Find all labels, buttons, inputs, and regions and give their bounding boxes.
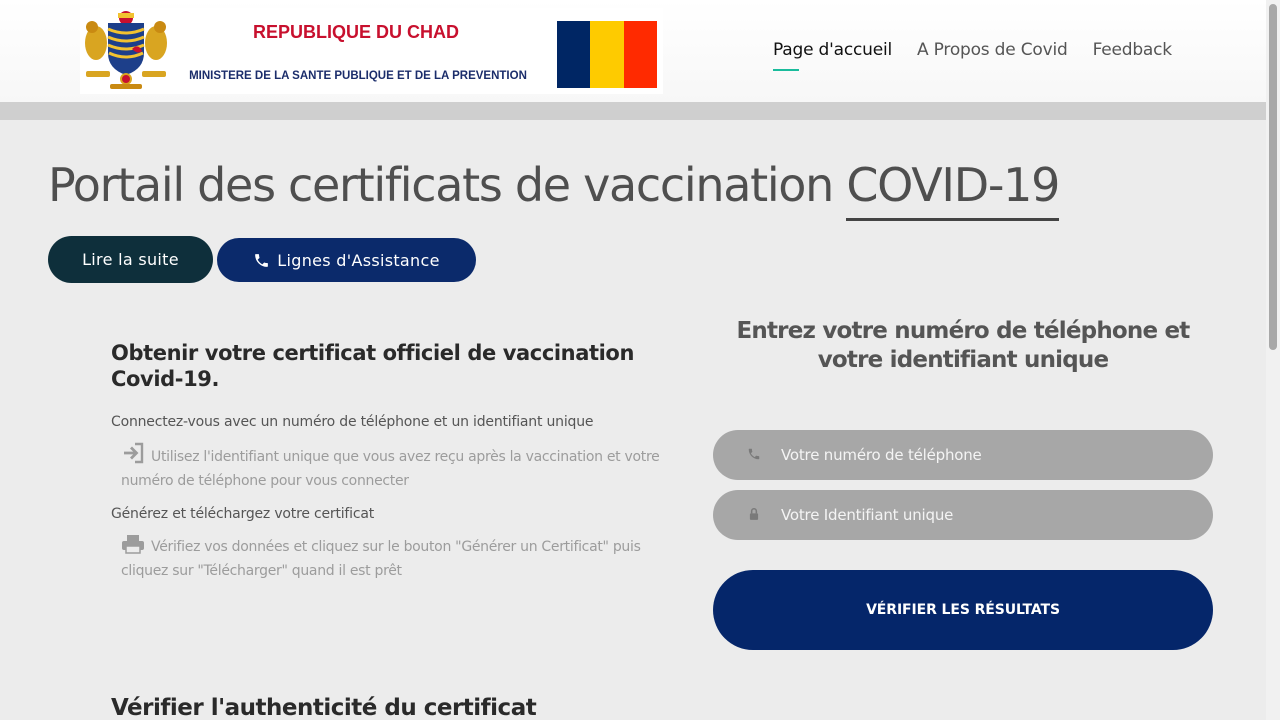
helplines-button[interactable]: Lignes d'Assistance bbox=[217, 238, 476, 282]
nav-feedback[interactable]: Feedback bbox=[1093, 40, 1173, 60]
page-title-highlight: COVID-19 bbox=[846, 158, 1060, 221]
read-more-button[interactable]: Lire la suite bbox=[48, 236, 213, 283]
unique-id-input[interactable] bbox=[781, 490, 1191, 540]
ministry-name: MINISTERE DE LA SANTE PUBLIQUE ET DE LA … bbox=[189, 70, 527, 82]
phone-input[interactable] bbox=[781, 430, 1191, 480]
step-generate-title: Générez et téléchargez votre certificat bbox=[111, 506, 375, 522]
sign-in-icon bbox=[124, 442, 144, 464]
flag-stripe-red bbox=[623, 21, 657, 88]
phone-icon bbox=[255, 253, 269, 267]
verify-authenticity-title: Vérifier l'authenticité du certificat bbox=[111, 695, 537, 720]
site-header: REPUBLIQUE DU CHAD MINISTERE DE LA SANTE… bbox=[0, 0, 1266, 102]
form-title: Entrez votre numéro de téléphone et votr… bbox=[736, 318, 1191, 373]
verify-results-button[interactable]: VÉRIFIER LES RÉSULTATS bbox=[713, 570, 1213, 650]
flag-stripe-yellow bbox=[590, 21, 624, 88]
nav-home[interactable]: Page d'accueil bbox=[773, 40, 892, 71]
main-nav: Page d'accueil A Propos de Covid Feedbac… bbox=[773, 40, 1197, 71]
page-title: Portail des certificats de vaccination C… bbox=[48, 158, 1060, 221]
phone-field bbox=[713, 430, 1213, 480]
obtain-certificate-title: Obtenir votre certificat officiel de vac… bbox=[111, 341, 635, 391]
helplines-label: Lignes d'Assistance bbox=[277, 250, 440, 270]
step-login-desc: Utilisez l'identifiant unique que vous a… bbox=[121, 442, 686, 493]
step-login-title: Connectez-vous avec un numéro de télépho… bbox=[111, 414, 594, 430]
unique-id-field bbox=[713, 490, 1213, 540]
page-scrollbar[interactable] bbox=[1266, 0, 1280, 720]
phone-icon bbox=[748, 448, 760, 460]
printer-icon bbox=[122, 535, 144, 554]
republic-title: REPUBLIQUE DU CHAD bbox=[252, 22, 459, 42]
flag-stripe-blue bbox=[557, 21, 591, 88]
step-generate-text: Vérifiez vos données et cliquez sur le b… bbox=[121, 539, 641, 579]
ministry-banner: REPUBLIQUE DU CHAD MINISTERE DE LA SANTE… bbox=[80, 8, 663, 94]
page-title-text: Portail des certificats de vaccination bbox=[48, 158, 834, 212]
coat-of-arms-icon bbox=[85, 11, 167, 89]
lock-icon bbox=[749, 508, 759, 520]
scrollbar-thumb[interactable] bbox=[1269, 4, 1277, 350]
step-login-text: Utilisez l'identifiant unique que vous a… bbox=[121, 449, 660, 489]
header-divider bbox=[0, 102, 1266, 120]
chad-flag bbox=[557, 21, 657, 88]
step-generate-desc: Vérifiez vos données et cliquez sur le b… bbox=[121, 534, 686, 583]
nav-about-covid[interactable]: A Propos de Covid bbox=[917, 40, 1068, 60]
